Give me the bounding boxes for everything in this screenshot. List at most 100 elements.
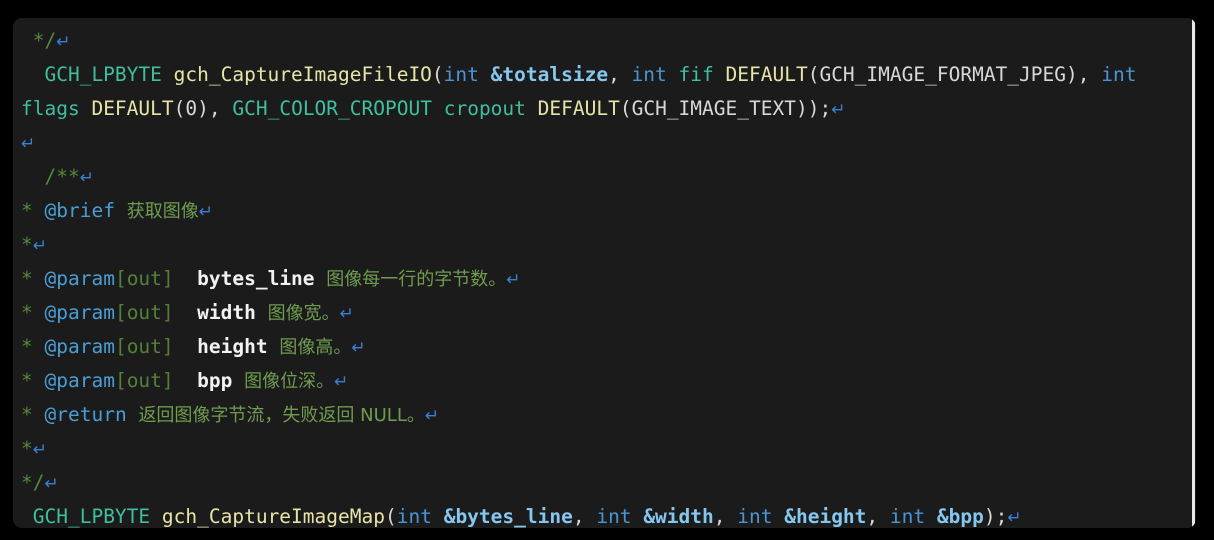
token-plain: )); bbox=[795, 97, 832, 120]
token-doxygen_tag: @param bbox=[44, 335, 115, 358]
token-macro_argument: GCH_IMAGE_FORMAT_JPEG bbox=[819, 63, 1066, 86]
token-identifier: cropout bbox=[443, 97, 526, 120]
line-doc-param-bytes-line[interactable]: * @param[out] bytes_line 图像每一行的字节数。↵ bbox=[13, 262, 1196, 296]
token-function: gch_CaptureImageMap bbox=[161, 505, 385, 528]
line-doc-brief[interactable]: * @brief 获取图像↵ bbox=[13, 194, 1196, 228]
token-doxygen_direction: [out] bbox=[114, 369, 174, 392]
vertical-scrollbar-thumb[interactable] bbox=[1192, 18, 1195, 528]
token-doxygen_tag: @return bbox=[44, 403, 127, 426]
line-doc-param-width[interactable]: * @param[out] width 图像宽。↵ bbox=[13, 296, 1196, 330]
token-reference_param: &width bbox=[643, 505, 714, 528]
token-reference_param: &height bbox=[784, 505, 867, 528]
line-comment-close-1[interactable]: */↵ bbox=[13, 24, 1196, 58]
token-keyword: int bbox=[889, 505, 926, 528]
line-doc-sep-2[interactable]: *↵ bbox=[13, 432, 1196, 466]
token-plain: ); bbox=[983, 505, 1008, 528]
pilcrow-icon: ↵ bbox=[79, 168, 94, 188]
token-param_name: height bbox=[197, 335, 268, 358]
token-comment: * bbox=[21, 437, 33, 460]
token-identifier: fif bbox=[678, 63, 714, 86]
token-doxygen_direction: [out] bbox=[114, 335, 174, 358]
line-doc-sep-1[interactable]: *↵ bbox=[13, 228, 1196, 262]
token-keyword: int bbox=[396, 505, 432, 528]
pilcrow-icon: ↵ bbox=[831, 100, 846, 120]
token-doxygen_direction: [out] bbox=[114, 301, 174, 324]
line-doc-return[interactable]: * @return 返回图像字节流，失败返回 NULL。↵ bbox=[13, 398, 1196, 432]
line-doc-param-height[interactable]: * @param[out] height 图像高。↵ bbox=[13, 330, 1196, 364]
vertical-scrollbar[interactable] bbox=[1192, 18, 1195, 528]
token-doxygen_tag: @param bbox=[44, 267, 115, 290]
token-comment: * bbox=[21, 267, 33, 290]
line-capture-image-file-io-1[interactable]: GCH_LPBYTE gch_CaptureImageFileIO(int &t… bbox=[13, 58, 1196, 92]
pilcrow-icon: ↵ bbox=[44, 474, 59, 494]
token-plain: , bbox=[713, 505, 738, 528]
token-comment: * bbox=[21, 335, 33, 358]
line-capture-image-map[interactable]: GCH_LPBYTE gch_CaptureImageMap(int &byte… bbox=[13, 500, 1196, 528]
token-type: GCH_LPBYTE bbox=[44, 63, 162, 86]
token-plain: , bbox=[866, 505, 890, 528]
token-keyword: int bbox=[1101, 63, 1137, 86]
token-plain: ( bbox=[619, 97, 632, 120]
pilcrow-icon: ↵ bbox=[21, 134, 36, 154]
token-param_name: bytes_line bbox=[197, 267, 315, 290]
token-function: DEFAULT bbox=[91, 97, 174, 120]
line-capture-image-file-io-2[interactable]: flags DEFAULT(0), GCH_COLOR_CROPOUT crop… bbox=[13, 92, 1196, 126]
token-comment: * bbox=[21, 369, 33, 392]
line-doc-close[interactable]: */↵ bbox=[13, 466, 1196, 500]
pilcrow-icon: ↵ bbox=[198, 202, 213, 222]
line-doc-param-bpp[interactable]: * @param[out] bpp 图像位深。↵ bbox=[13, 364, 1196, 398]
token-keyword: int bbox=[443, 63, 479, 86]
token-plain: ( bbox=[431, 63, 444, 86]
token-doxygen_direction: [out] bbox=[114, 267, 174, 290]
token-plain: ), bbox=[197, 97, 233, 120]
pilcrow-icon: ↵ bbox=[1007, 508, 1022, 528]
code-editor-panel[interactable]: */↵ GCH_LPBYTE gch_CaptureImageFileIO(in… bbox=[13, 18, 1196, 528]
code-text-area[interactable]: */↵ GCH_LPBYTE gch_CaptureImageFileIO(in… bbox=[13, 18, 1196, 528]
token-function: gch_CaptureImageFileIO bbox=[173, 63, 432, 86]
token-plain: ( bbox=[173, 97, 186, 120]
pilcrow-icon: ↵ bbox=[351, 338, 366, 358]
pilcrow-icon: ↵ bbox=[32, 440, 47, 460]
token-plain: , bbox=[572, 505, 597, 528]
token-param_name: width bbox=[197, 301, 256, 324]
token-comment: * bbox=[21, 199, 33, 222]
token-macro_argument: 0 bbox=[185, 97, 198, 120]
line-doc-open[interactable]: /**↵ bbox=[13, 160, 1196, 194]
token-comment: * bbox=[21, 301, 33, 324]
pilcrow-icon: ↵ bbox=[334, 372, 349, 392]
token-comment: * bbox=[21, 403, 33, 426]
token-macro_argument: GCH_IMAGE_TEXT bbox=[631, 97, 796, 120]
token-chinese: 图像每一行的字节数。 bbox=[326, 269, 507, 290]
token-keyword: int bbox=[596, 505, 632, 528]
line-blank-1[interactable]: ↵ bbox=[13, 126, 1196, 160]
token-keyword: int bbox=[737, 505, 773, 528]
token-doxygen_tag: @brief bbox=[44, 199, 115, 222]
token-chinese: 返回图像字节流，失败返回 NULL。 bbox=[138, 405, 425, 426]
token-identifier: flags bbox=[21, 97, 80, 120]
pilcrow-icon: ↵ bbox=[56, 32, 71, 52]
pilcrow-icon: ↵ bbox=[506, 270, 521, 290]
